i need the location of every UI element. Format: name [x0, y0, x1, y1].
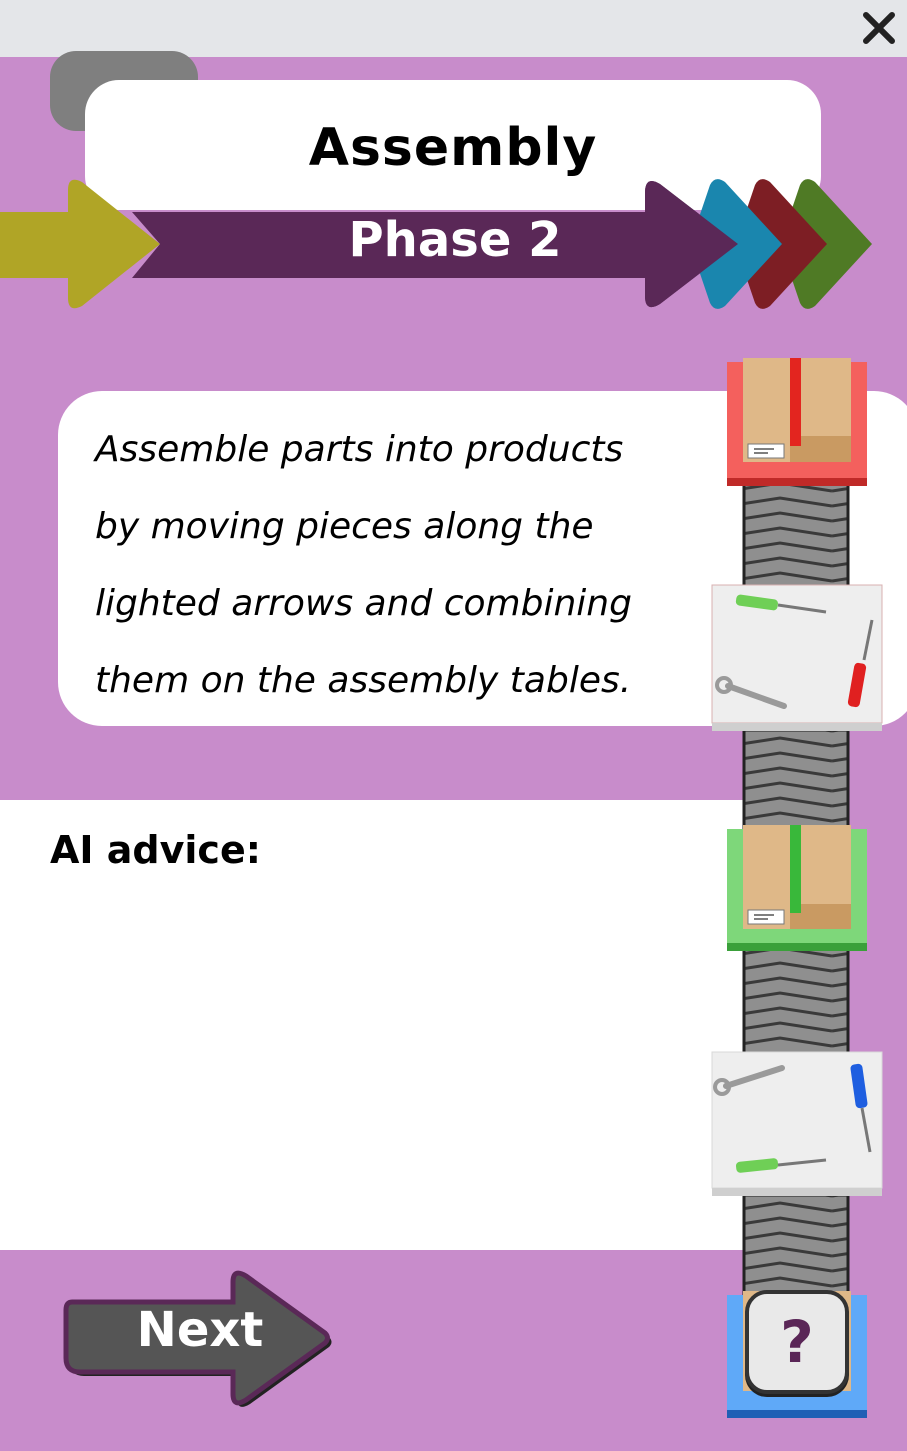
phase-label: Phase 2: [348, 212, 562, 268]
help-label: ?: [780, 1308, 814, 1376]
advice-label: AI advice:: [50, 828, 261, 872]
conveyor-belt: [742, 1193, 850, 1297]
top-bar: [0, 0, 907, 57]
tool-table[interactable]: [711, 584, 883, 731]
description-line: by moving pieces along the: [95, 506, 594, 547]
description-line: Assemble parts into products: [95, 429, 624, 470]
conveyor-belt: [742, 476, 850, 590]
next-button[interactable]: [60, 1270, 332, 1410]
conveyor-column: [711, 358, 883, 1418]
close-icon[interactable]: [859, 8, 899, 48]
chevron-olive: [0, 179, 160, 309]
green-box-station[interactable]: [727, 825, 867, 951]
red-box-station[interactable]: [727, 358, 867, 486]
conveyor-belt: [742, 728, 850, 832]
description-line: them on the assembly tables.: [95, 660, 632, 701]
description-text: Assemble parts into products by moving p…: [95, 411, 695, 719]
tool-table[interactable]: [711, 1051, 883, 1196]
page-title: Assembly: [308, 118, 598, 178]
description-line: lighted arrows and combining: [95, 583, 632, 624]
help-button[interactable]: ?: [745, 1290, 849, 1394]
conveyor-belt: [742, 943, 850, 1057]
